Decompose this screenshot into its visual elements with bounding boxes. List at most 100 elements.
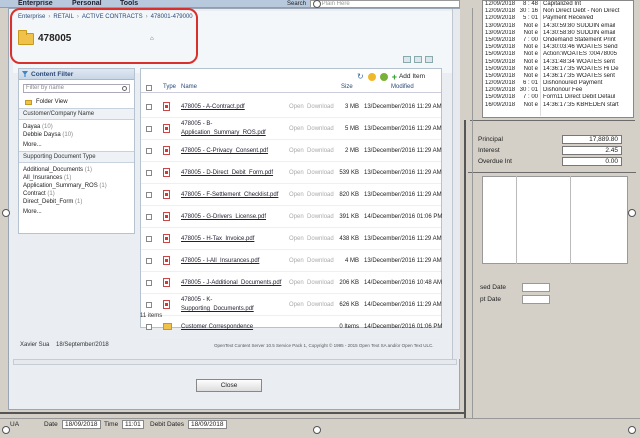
row-checkbox[interactable] <box>146 192 152 198</box>
open-link[interactable]: Open <box>289 214 304 220</box>
more-link[interactable]: More... <box>19 139 134 151</box>
open-link[interactable]: Open <box>289 302 304 308</box>
row-checkbox[interactable] <box>146 170 152 176</box>
file-row[interactable]: 478005 - D-Direct_Debit_Form.pdf Open Dow… <box>141 162 442 184</box>
log-row[interactable]: 15/09/2018 7 : 00 Form11 Direct Debit Defa… <box>483 94 633 102</box>
menu-tools[interactable]: Tools <box>120 0 138 8</box>
more-link[interactable]: More... <box>19 206 134 218</box>
row-checkbox[interactable] <box>146 302 152 308</box>
resize-handle[interactable] <box>2 209 10 217</box>
file-name[interactable]: 478005 - C-Privacy_Consent.pdf <box>181 148 268 154</box>
menu-enterprise[interactable]: Enterprise <box>18 0 53 8</box>
breadcrumb-range[interactable]: 478001-479000 <box>151 14 193 20</box>
file-name[interactable]: 478005 - D-Direct_Debit_Form.pdf <box>181 170 273 176</box>
add-item-button[interactable]: + Add Item <box>392 72 425 81</box>
file-name[interactable]: 478005 - I-All_Insurances.pdf <box>181 258 259 264</box>
file-row[interactable]: Customer Correspondence 0 Items 14/Decembe… <box>141 316 442 338</box>
detail-grid[interactable] <box>482 176 628 264</box>
log-row[interactable]: 12/09/2018 30 : 16 Non Direct Debt - Non D… <box>483 8 633 16</box>
file-row[interactable]: 478005 - A-Contract.pdf Open Download 3 MB… <box>141 96 442 118</box>
row-checkbox[interactable] <box>146 214 152 220</box>
open-link[interactable]: Open <box>289 170 304 176</box>
grid-view-icon[interactable] <box>425 56 433 63</box>
row-checkbox[interactable] <box>146 126 152 132</box>
download-link[interactable]: Download <box>307 302 334 308</box>
resize-handle[interactable] <box>2 426 10 434</box>
breadcrumb-active-contracts[interactable]: ACTIVE CONTRACTS <box>82 14 143 20</box>
file-name[interactable]: 478005 - J-Additional_Documents.pdf <box>181 280 281 286</box>
row-checkbox[interactable] <box>146 324 152 330</box>
facet-item[interactable]: Application_Summary_ROS (1) <box>19 182 134 190</box>
resize-handle[interactable] <box>313 0 321 8</box>
closed-date-field[interactable] <box>522 283 550 292</box>
download-link[interactable]: Download <box>307 214 334 220</box>
open-link[interactable]: Open <box>289 236 304 242</box>
download-link[interactable]: Download <box>307 104 334 110</box>
file-name[interactable]: 478005 - H-Tax_Invoice.pdf <box>181 236 254 242</box>
resize-handle[interactable] <box>628 426 636 434</box>
breadcrumb-enterprise[interactable]: Enterprise <box>18 14 45 20</box>
log-row[interactable]: 12/09/2018 30 : 01 Dishonour Fee <box>483 87 633 95</box>
resize-handle[interactable] <box>628 209 636 217</box>
receipt-date-field[interactable] <box>522 295 550 304</box>
filter-name-input[interactable]: Filter by name <box>23 84 130 93</box>
download-link[interactable]: Download <box>307 236 334 242</box>
log-row[interactable]: 15/09/2018 Not e Action:WOATES :00478005 <box>483 51 633 59</box>
facet-item[interactable]: Direct_Debit_Form (1) <box>19 198 134 206</box>
file-name[interactable]: 478005 - B- <box>181 121 212 127</box>
column-type[interactable]: Type <box>163 84 176 90</box>
sort-icon[interactable]: ↻ <box>357 72 364 81</box>
open-link[interactable]: Open <box>289 104 304 110</box>
row-checkbox[interactable] <box>146 236 152 242</box>
log-row[interactable] <box>483 108 633 116</box>
collection-icon[interactable] <box>379 72 388 81</box>
vertical-scrollbar[interactable] <box>452 9 460 359</box>
search-input[interactable]: In Plain Here <box>310 0 460 8</box>
log-row[interactable]: 15/09/2018 Not e 14:31:48:34 WOATES sent <box>483 58 633 66</box>
menu-personal[interactable]: Personal <box>72 0 102 8</box>
column-name[interactable]: Name <box>181 84 197 90</box>
file-row[interactable]: 478005 - G-Drivers_License.pdf Open Downl… <box>141 206 442 228</box>
star-icon[interactable] <box>367 72 376 81</box>
open-link[interactable]: Open <box>289 126 304 132</box>
open-link[interactable]: Open <box>289 280 304 286</box>
search-icon[interactable] <box>122 86 127 91</box>
log-row[interactable]: 12/09/2018 5 : 01 Payment Received <box>483 15 633 23</box>
row-checkbox[interactable] <box>146 258 152 264</box>
log-row[interactable]: 15/09/2018 7 : 00 Ondemand Statement Print <box>483 36 633 45</box>
download-link[interactable]: Download <box>307 170 334 176</box>
detail-view-icon[interactable] <box>414 56 422 63</box>
facet-item[interactable]: Debbie Daysa (10) <box>19 131 134 139</box>
download-link[interactable]: Download <box>307 258 334 264</box>
breadcrumb-retail[interactable]: RETAIL <box>53 14 74 20</box>
open-link[interactable]: Open <box>289 258 304 264</box>
file-row[interactable]: 478005 - H-Tax_Invoice.pdf Open Download 4… <box>141 228 442 250</box>
log-row[interactable]: 12/09/2018 6 : 01 Dishonoured Payment <box>483 80 633 88</box>
facet-item[interactable]: Additional_Documents (1) <box>19 166 134 174</box>
open-link[interactable]: Open <box>289 192 304 198</box>
list-view-icon[interactable] <box>403 56 411 63</box>
file-name[interactable]: Customer Correspondence <box>181 324 253 330</box>
facet-item[interactable]: Dayaa (10) <box>19 123 134 131</box>
file-row[interactable]: 478005 - K- Supporting_Documents.pdf Open … <box>141 294 442 316</box>
close-button[interactable]: Close <box>196 379 262 392</box>
log-row[interactable]: 12/09/2018 8 : 48 Capitalized Int <box>483 1 633 9</box>
download-link[interactable]: Download <box>307 126 334 132</box>
column-size[interactable]: Size <box>341 84 353 90</box>
file-row[interactable]: 478005 - J-Additional_Documents.pdf Open … <box>141 272 442 294</box>
select-all-checkbox[interactable] <box>146 85 152 91</box>
file-name[interactable]: 478005 - F-Settlement_Checklist.pdf <box>181 192 278 198</box>
file-name-cont[interactable]: Application_Summary_ROS.pdf <box>181 130 266 136</box>
log-row[interactable]: 13/09/2018 Not e 14:30:59:80 SUDDIN email <box>483 22 633 30</box>
file-name[interactable]: 478005 - G-Drivers_License.pdf <box>181 214 266 220</box>
facet-item[interactable]: All_Insurances (1) <box>19 174 134 182</box>
file-row[interactable]: 478005 - F-Settlement_Checklist.pdf Open … <box>141 184 442 206</box>
download-link[interactable]: Download <box>307 148 334 154</box>
download-link[interactable]: Download <box>307 280 334 286</box>
file-row[interactable]: 478005 - I-All_Insurances.pdf Open Downlo… <box>141 250 442 272</box>
pin-icon[interactable]: ⌂ <box>150 36 154 42</box>
facet-item[interactable]: Contract (1) <box>19 190 134 198</box>
log-row[interactable]: 15/09/2018 Not e 14:36:17:35 WOATES Hi De <box>483 65 633 73</box>
log-row[interactable]: 15/09/2018 Not e 14:36:17:35 WOATES sent <box>483 72 633 81</box>
file-name[interactable]: 478005 - A-Contract.pdf <box>181 104 245 110</box>
